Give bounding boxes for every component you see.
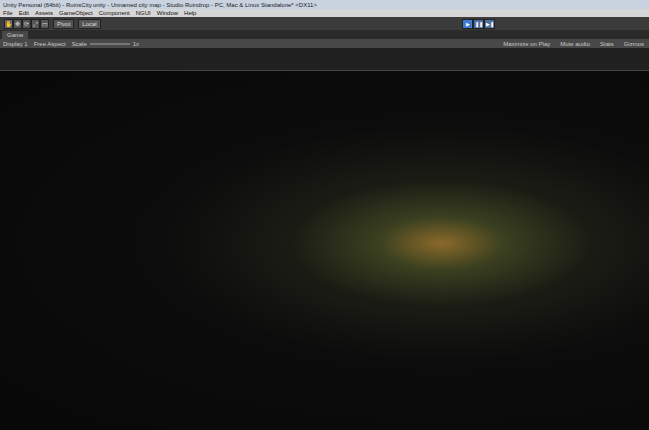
menu-item[interactable]: Component (99, 9, 130, 17)
scale-slider[interactable] (90, 43, 130, 45)
menu-item[interactable]: NGUI (136, 9, 151, 17)
game-toolbar: Display 1 Free Aspect Scale 1x Maximize on P… (0, 39, 649, 48)
menu-bar: File Edit Assets GameObject Component NGUI Win… (0, 9, 649, 17)
game-view (0, 48, 649, 430)
toggle-button[interactable]: Maximize on Play (501, 40, 552, 48)
play-button[interactable]: ❚❚ (473, 19, 484, 29)
pivot-button[interactable]: Pivot (53, 19, 74, 29)
tool-label: ✋ (5, 20, 12, 28)
play-label: ❚❚ (475, 20, 483, 28)
tab-row: Game (0, 30, 649, 39)
tool-button[interactable]: ▭ (40, 19, 49, 29)
menu-item[interactable]: File (3, 9, 13, 17)
play-button[interactable]: ▶ (462, 19, 473, 29)
menu-item[interactable]: Assets (35, 9, 53, 17)
menu-item[interactable]: GameObject (59, 9, 93, 17)
menu-item[interactable]: Window (157, 9, 178, 17)
toggle-button[interactable]: Stats (598, 40, 616, 48)
display-dropdown[interactable]: Display 1 (3, 40, 28, 48)
playback-group: ▶ ❚❚▶❚ (462, 19, 495, 29)
tool-button[interactable]: ⤢ (31, 19, 40, 29)
tool-button[interactable]: ✥ (13, 19, 22, 29)
tool-label: ▭ (42, 20, 48, 28)
tool-label: ⟳ (24, 20, 29, 28)
tool-label: ✥ (15, 20, 20, 28)
scale-value: 1x (133, 40, 139, 48)
aspect-dropdown[interactable]: Free Aspect (34, 40, 66, 48)
scale-label: Scale (72, 40, 87, 48)
play-button[interactable]: ▶❚ (484, 19, 495, 29)
play-label: ▶❚ (486, 20, 494, 28)
tool-button[interactable]: ⟳ (22, 19, 31, 29)
scale-control: Scale 1x (72, 40, 139, 48)
play-label: ▶ (466, 20, 470, 28)
toggle-button[interactable]: Mute audio (558, 40, 592, 48)
window-title: Unity Personal (64bit) - RuinsCity.unity… (3, 1, 317, 9)
title-bar: Unity Personal (64bit) - RuinsCity.unity… (0, 0, 649, 9)
tool-label: ⤢ (33, 20, 38, 28)
main-toolbar: ✋✥ ⟳ ⤢ ▭ Pivot Local ▶ ❚❚▶❚ (0, 17, 649, 30)
letterbox (0, 48, 649, 70)
scene-render (0, 70, 649, 430)
menu-item[interactable]: Help (184, 9, 196, 17)
tab[interactable]: Game (2, 31, 28, 39)
toggle-button[interactable]: Gizmos (622, 40, 646, 48)
tool-button[interactable]: ✋ (4, 19, 13, 29)
menu-item[interactable]: Edit (19, 9, 29, 17)
tool-group: ✋✥ ⟳ ⤢ ▭ (4, 19, 49, 29)
space-button[interactable]: Local (78, 19, 100, 29)
